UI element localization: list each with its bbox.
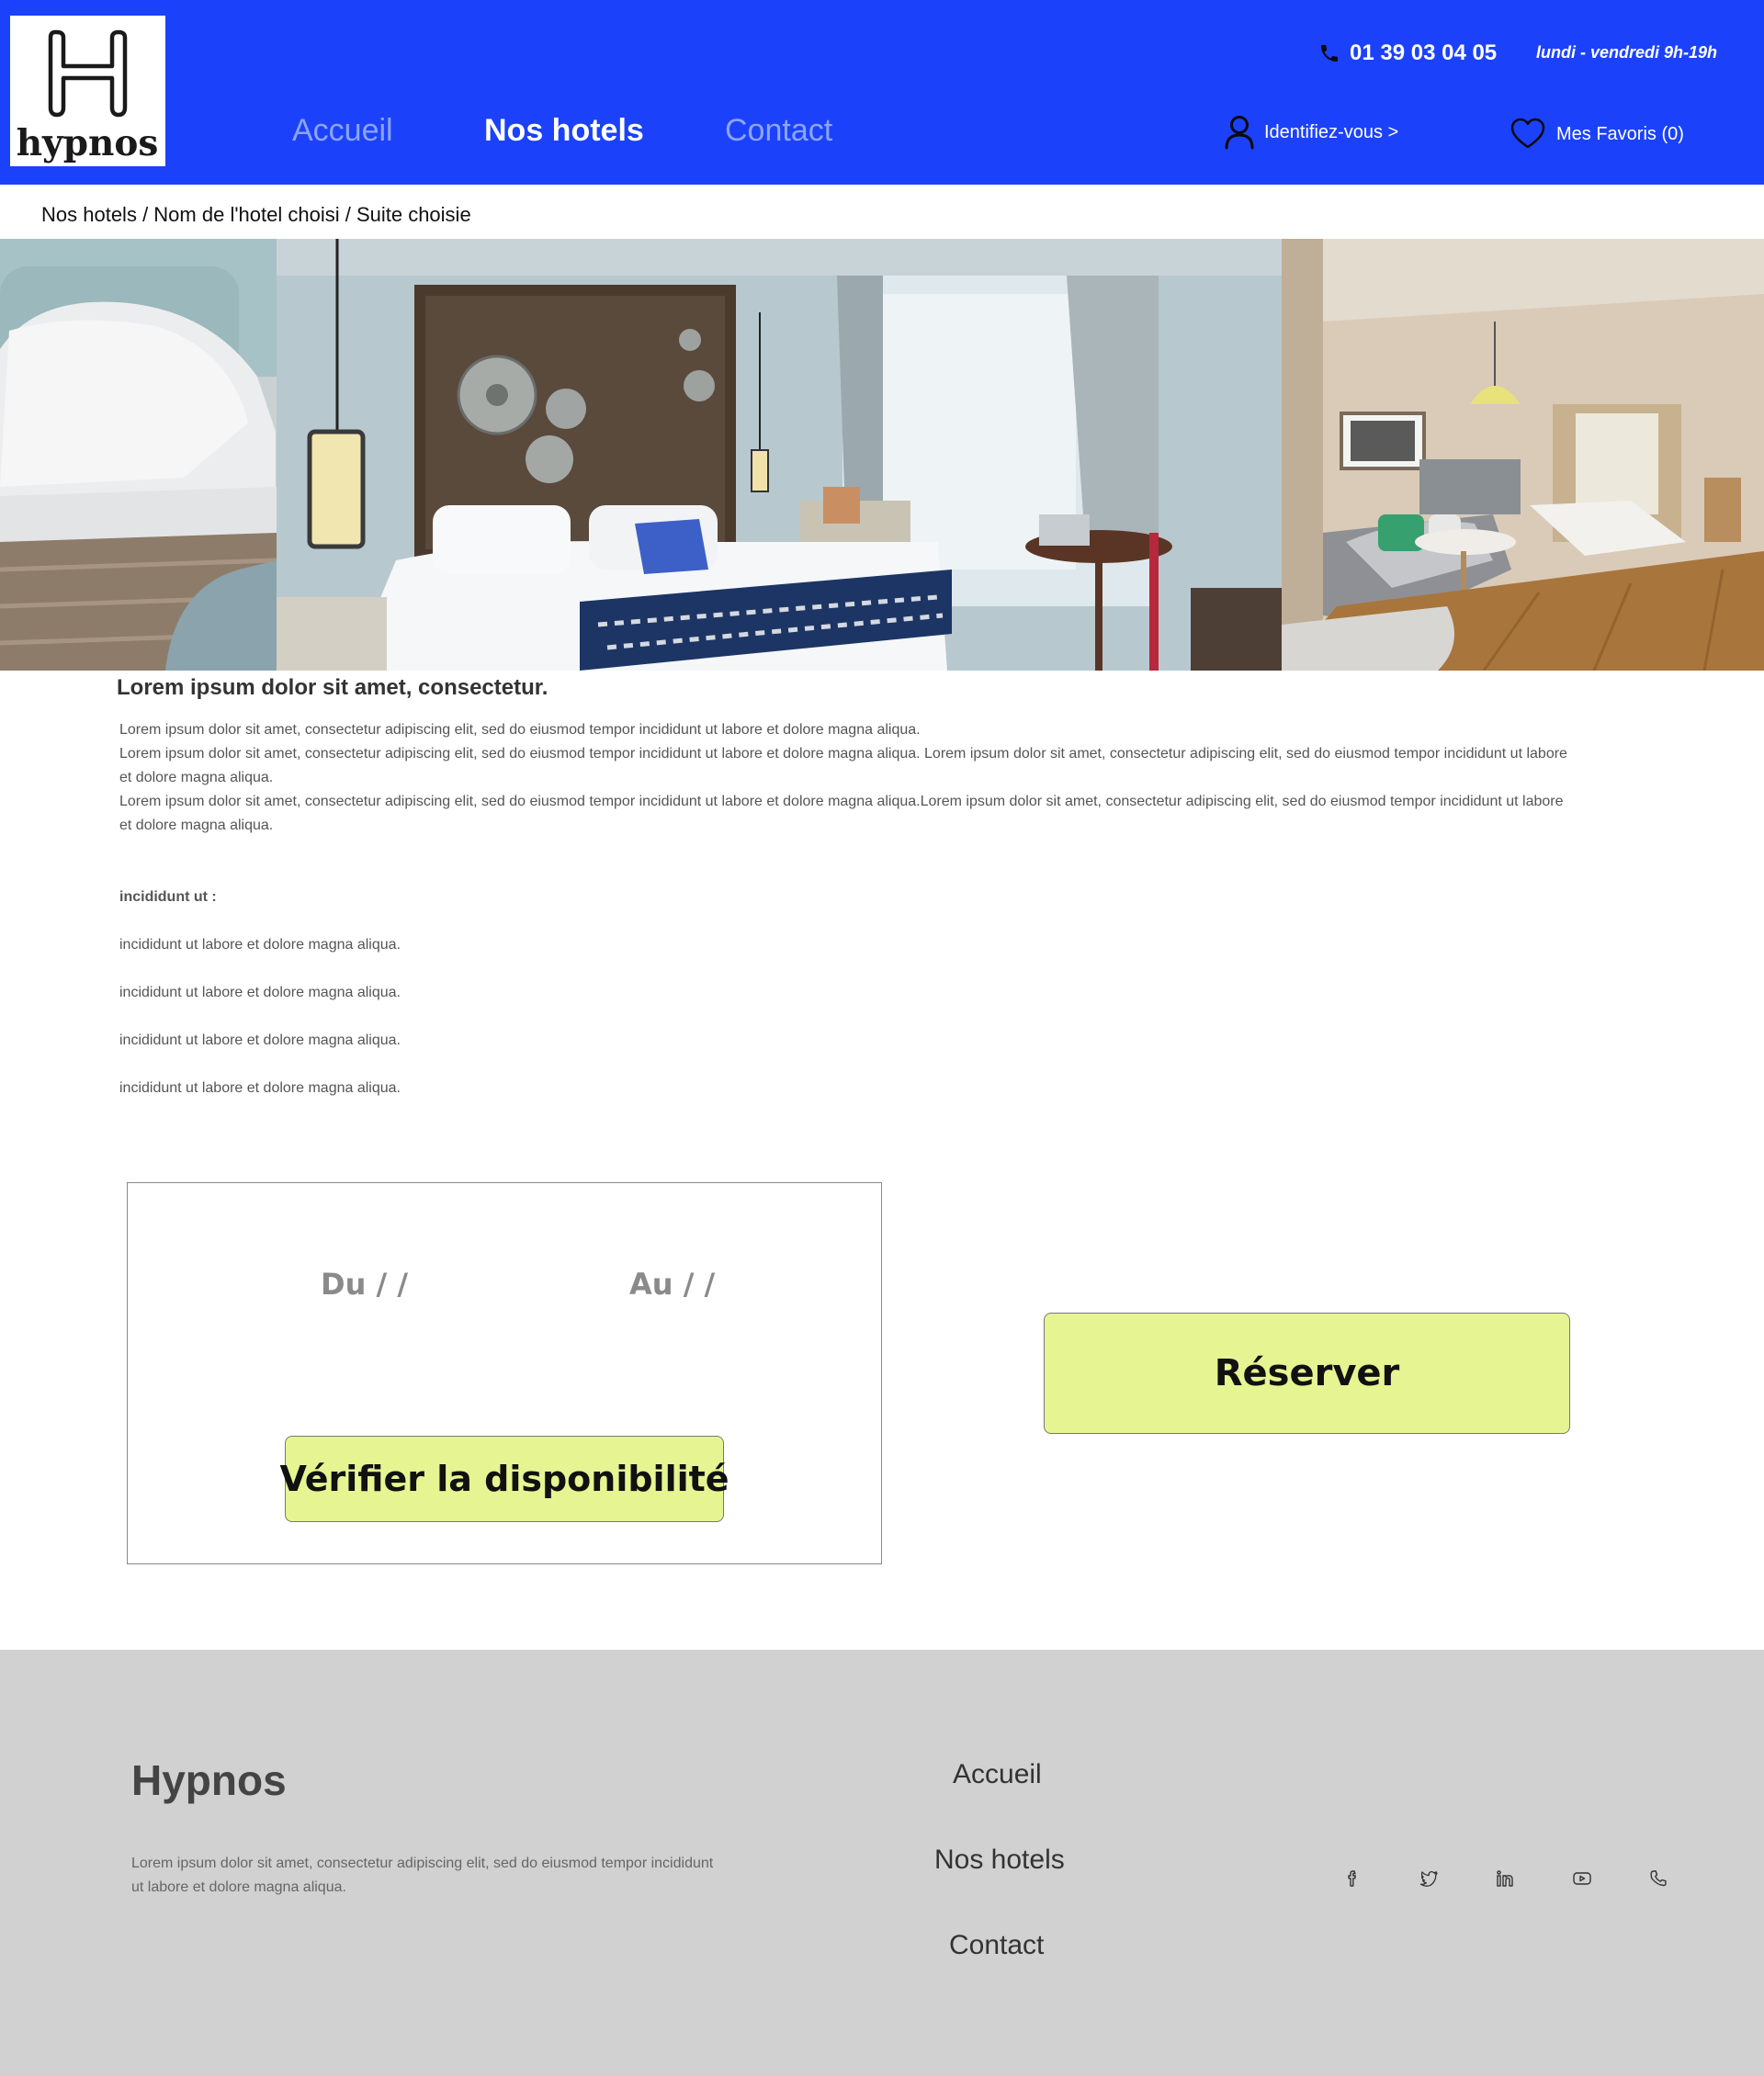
room-photo-gallery [0,239,1764,671]
phone-number: 01 39 03 04 05 [1350,40,1498,65]
bed-closeup-photo[interactable] [0,239,277,671]
breadcrumb-hotel[interactable]: Nom de l'hotel choisi [153,203,339,226]
hypnos-logo[interactable]: hypnos [10,16,165,166]
nav-nos-hotels[interactable]: Nos hotels [484,112,644,149]
phone-icon [1318,42,1340,64]
date-to-field[interactable]: Au / / [629,1266,715,1303]
footer-brand: Hypnos [131,1756,287,1804]
breadcrumb: Nos hotels / Nom de l'hotel choisi / Sui… [41,203,471,226]
footer-description: Lorem ipsum dolor sit amet, consectetur … [131,1856,714,1895]
nav-contact[interactable]: Contact [725,112,832,149]
login-label: Identifiez-vous > [1264,121,1399,142]
youtube-icon[interactable] [1571,1867,1593,1890]
footer-link-accueil[interactable]: Accueil [953,1757,1042,1792]
date-from-field[interactable]: Du / / [321,1266,408,1303]
hotel-room-photo[interactable] [277,239,1282,671]
room-description: Lorem ipsum dolor sit amet, consectetur … [119,718,1571,838]
linkedin-icon[interactable] [1494,1867,1516,1890]
nav-accueil[interactable]: Accueil [292,112,393,149]
hypnos-logo-mark: hypnos [17,29,159,164]
site-footer: Hypnos Lorem ipsum dolor sit amet, conse… [0,1650,1764,2076]
description-paragraph: Lorem ipsum dolor sit amet, consectetur … [119,746,1567,785]
twitter-icon[interactable] [1418,1867,1440,1890]
login-link[interactable]: Identifiez-vous > [1224,112,1398,152]
amenity-item: incididunt ut labore et dolore magna ali… [119,937,401,953]
heart-icon [1510,118,1545,151]
header-phone[interactable]: 01 39 03 04 05 [1318,39,1497,68]
phone-icon[interactable] [1647,1867,1669,1890]
amenity-item: incididunt ut labore et dolore magna ali… [119,1032,401,1048]
description-paragraph: Lorem ipsum dolor sit amet, consectetur … [119,794,1564,833]
favorites-link[interactable]: Mes Favoris (0) [1510,114,1684,154]
logo-wordmark: hypnos [17,122,159,164]
amenity-item: incididunt ut labore et dolore magna ali… [119,1080,401,1096]
amenities-title: incididunt ut : [119,889,217,905]
check-availability-button[interactable]: Vérifier la disponibilité [279,1436,729,1522]
room-title: Lorem ipsum dolor sit amet, consectetur. [117,675,548,700]
breadcrumb-hotels[interactable]: Nos hotels [41,203,137,226]
facebook-icon[interactable] [1341,1867,1363,1890]
opening-hours: lundi - vendredi 9h-19h [1536,43,1718,62]
footer-link-nos-hotels[interactable]: Nos hotels [934,1843,1065,1878]
favorites-label: Mes Favoris (0) [1556,123,1684,144]
breadcrumb-suite: Suite choisie [356,203,471,226]
description-paragraph: Lorem ipsum dolor sit amet, consectetur … [119,722,921,738]
living-room-photo[interactable] [1282,239,1764,671]
amenity-item: incididunt ut labore et dolore magna ali… [119,985,401,1000]
user-icon [1224,115,1255,150]
site-header: hypnos Accueil Nos hotels Contact 01 39 … [0,0,1764,185]
footer-link-contact[interactable]: Contact [949,1928,1044,1963]
reserve-button[interactable]: Réserver [1044,1313,1570,1434]
availability-box: Du / / Au / / Vérifier la disponibilité [127,1182,882,1564]
